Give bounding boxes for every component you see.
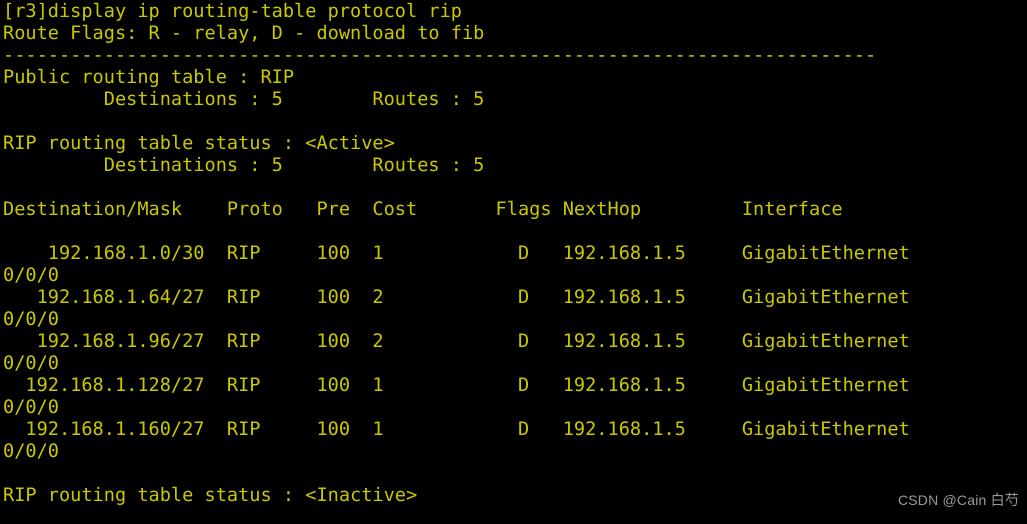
table-row: 192.168.1.96/27 RIP 100 2 D 192.168.1.5 … [3,331,910,352]
table-row: 192.168.1.128/27 RIP 100 1 D 192.168.1.5… [3,375,910,396]
command-line: [r3]display ip routing-table protocol ri… [3,1,462,22]
table-row-interface-wrap: 0/0/0 [3,353,59,374]
separator-line: ----------------------------------------… [3,45,877,66]
public-routing-table-label: Public routing table : RIP [3,67,295,88]
table-row: 192.168.1.0/30 RIP 100 1 D 192.168.1.5 G… [3,243,910,264]
table-row-interface-wrap: 0/0/0 [3,441,59,462]
table-header-row: Destination/Mask Proto Pre Cost Flags Ne… [3,199,843,220]
csdn-watermark: CSDN @Cain 白芍 [897,492,1019,508]
rip-table-status-active: RIP routing table status : <Active> [3,133,395,154]
rip-table-active-counts: Destinations : 5 Routes : 5 [3,155,485,176]
table-row-interface-wrap: 0/0/0 [3,309,59,330]
public-routing-table-counts: Destinations : 5 Routes : 5 [3,89,485,110]
table-row: 192.168.1.160/27 RIP 100 1 D 192.168.1.5… [3,419,910,440]
table-row-interface-wrap: 0/0/0 [3,265,59,286]
terminal-output-pane[interactable]: [r3]display ip routing-table protocol ri… [0,0,1027,524]
table-row-interface-wrap: 0/0/0 [3,397,59,418]
route-flags-legend-line: Route Flags: R - relay, D - download to … [3,23,485,44]
table-row: 192.168.1.64/27 RIP 100 2 D 192.168.1.5 … [3,287,910,308]
rip-table-status-inactive: RIP routing table status : <Inactive> [3,485,418,506]
